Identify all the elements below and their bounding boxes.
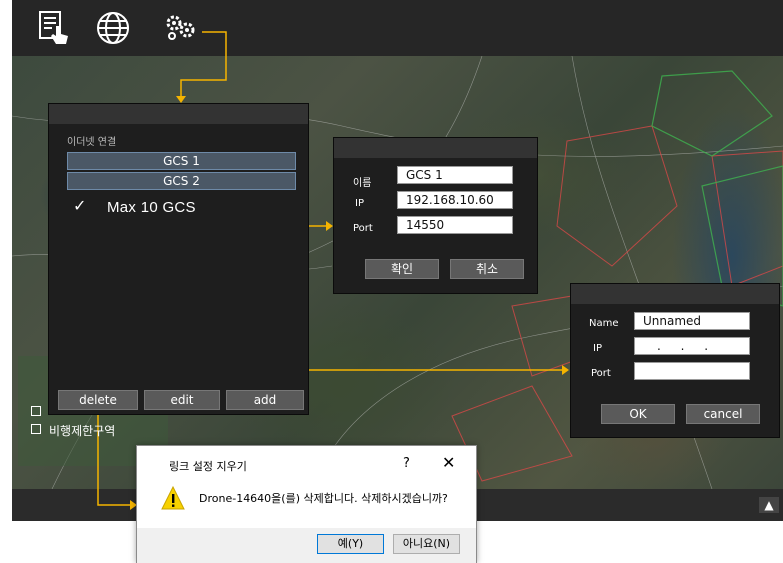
legend-checkbox[interactable] (31, 406, 41, 416)
edit-button[interactable]: edit (144, 390, 220, 410)
confirm-button[interactable]: 확인 (365, 259, 439, 279)
cancel-button[interactable]: cancel (686, 404, 760, 424)
dialog-header (571, 284, 779, 304)
legend-checkbox[interactable] (31, 424, 41, 434)
help-button[interactable]: ? (403, 456, 410, 471)
delete-confirm-dialog: 링크 설정 지우기 ? ✕ Drone-14640을(를) 삭제합니다. 삭제하… (136, 445, 477, 563)
ok-button[interactable]: OK (601, 404, 675, 424)
no-button[interactable]: 아니요(N) (393, 534, 460, 554)
gcs-list-item[interactable]: GCS 2 (67, 172, 296, 190)
cancel-button[interactable]: 취소 (450, 259, 524, 279)
port-field[interactable]: 14550 (397, 216, 513, 234)
dialog-footer: 예(Y) 아니요(N) (137, 528, 476, 563)
ip-label: IP (355, 198, 364, 209)
dialog-header (334, 138, 537, 158)
name-field[interactable]: GCS 1 (397, 166, 513, 184)
dialog-message: Drone-14640을(를) 삭제합니다. 삭제하시겠습니까? (199, 492, 448, 505)
add-gcs-dialog: Name Unnamed IP . . . Port OK cancel (570, 283, 780, 438)
panel-header (49, 104, 308, 124)
checkmark-icon: ✓ (73, 196, 87, 215)
max-gcs-note: Max 10 GCS (107, 199, 196, 216)
dialog-title: 링크 설정 지우기 (169, 460, 247, 473)
ip-field[interactable]: 192.168.10.60 (397, 191, 513, 209)
edit-gcs-dialog: 이름 GCS 1 IP 192.168.10.60 Port 14550 확인 … (333, 137, 538, 294)
name-label: Name (589, 318, 619, 329)
close-button[interactable]: ✕ (442, 453, 455, 472)
gcs-list-item[interactable]: GCS 1 (67, 152, 296, 170)
name-label: 이름 (353, 178, 372, 189)
ip-field[interactable]: . . . (634, 337, 750, 355)
port-label: Port (353, 223, 373, 234)
ip-label: IP (593, 343, 602, 354)
port-label: Port (591, 368, 611, 379)
add-button[interactable]: add (226, 390, 304, 410)
warning-icon (161, 485, 185, 510)
legend-label-no-fly-zone: 비행제한구역 (49, 424, 116, 438)
panel-title: 이더넷 연결 (67, 137, 117, 148)
gcs-connection-panel: 이더넷 연결 GCS 1 GCS 2 ✓ Max 10 GCS delete e… (48, 103, 309, 415)
delete-button[interactable]: delete (58, 390, 138, 410)
port-field[interactable] (634, 362, 750, 380)
name-field[interactable]: Unnamed (634, 312, 750, 330)
yes-button[interactable]: 예(Y) (317, 534, 384, 554)
